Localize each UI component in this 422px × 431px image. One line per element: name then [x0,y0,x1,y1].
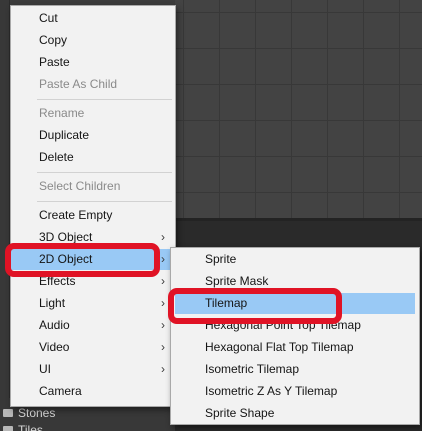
folder-label: Tiles [18,423,43,431]
menu-separator [37,201,172,202]
menu-item-label: Delete [39,150,74,164]
folder-label: Stones [18,406,56,420]
menu-item-video[interactable]: Video › [11,337,175,358]
folder-icon [3,409,13,417]
menu-item-label: 2D Object [39,252,93,266]
menu-item-delete[interactable]: Delete [11,147,175,168]
menu-item-light[interactable]: Light › [11,293,175,314]
menu-item-sprite[interactable]: Sprite [171,249,419,270]
menu-item-label: Sprite [205,252,237,266]
menu-item-paste[interactable]: Paste [11,52,175,73]
menu-item-label: Hexagonal Flat Top Tilemap [205,340,354,354]
chevron-right-icon: › [161,362,165,376]
menu-item-rename: Rename [11,103,175,124]
scene-view-grid [175,0,422,218]
menu-item-create-empty[interactable]: Create Empty [11,205,175,226]
menu-item-audio[interactable]: Audio › [11,315,175,336]
folder-icon [3,426,13,431]
menu-item-label: Sprite Shape [205,406,275,420]
menu-item-camera[interactable]: Camera [11,381,175,402]
menu-item-label: Light [39,296,66,310]
menu-item-label: Sprite Mask [205,274,269,288]
chevron-right-icon: › [161,274,165,288]
chevron-right-icon: › [161,252,165,266]
chevron-right-icon: › [161,340,165,354]
menu-item-label: Effects [39,274,76,288]
menu-item-label: Select Children [39,179,121,193]
menu-item-label: 3D Object [39,230,93,244]
menu-item-copy[interactable]: Copy [11,30,175,51]
context-menu: Cut Copy Paste Paste As Child Rename Dup… [10,5,176,407]
menu-item-paste-as-child: Paste As Child [11,74,175,95]
menu-item-label: Copy [39,33,68,47]
menu-item-3d-object[interactable]: 3D Object › [11,227,175,248]
menu-item-ui[interactable]: UI › [11,359,175,380]
menu-item-label: Paste [39,55,70,69]
menu-item-2d-object[interactable]: 2D Object › [11,249,175,270]
menu-item-label: Tilemap [205,296,248,310]
folder-item-tiles[interactable]: Tiles [0,422,43,431]
menu-item-sprite-mask[interactable]: Sprite Mask [171,271,419,292]
chevron-right-icon: › [161,318,165,332]
submenu-2d-object: Sprite Sprite Mask Tilemap Hexagonal Poi… [170,247,420,425]
chevron-right-icon: › [161,230,165,244]
menu-separator [37,172,172,173]
hierarchy-panel-edge [0,0,10,431]
menu-item-label: Hexagonal Point Top Tilemap [205,318,361,332]
menu-item-isometric-tilemap[interactable]: Isometric Tilemap [171,359,419,380]
menu-separator [37,99,172,100]
menu-item-label: Video [39,340,70,354]
menu-item-isometric-z-as-y-tilemap[interactable]: Isometric Z As Y Tilemap [171,381,419,402]
menu-item-label: Cut [39,11,58,25]
menu-item-hexagonal-flat-top-tilemap[interactable]: Hexagonal Flat Top Tilemap [171,337,419,358]
menu-item-tilemap[interactable]: Tilemap [175,293,415,314]
menu-item-label: Camera [39,384,82,398]
menu-item-select-children: Select Children [11,176,175,197]
menu-item-sprite-shape[interactable]: Sprite Shape [171,403,419,424]
chevron-right-icon: › [161,296,165,310]
menu-item-effects[interactable]: Effects › [11,271,175,292]
menu-item-label: Rename [39,106,85,120]
menu-item-hexagonal-point-top-tilemap[interactable]: Hexagonal Point Top Tilemap [171,315,419,336]
menu-item-label: Paste As Child [39,77,118,91]
menu-item-label: Duplicate [39,128,90,142]
menu-item-cut[interactable]: Cut [11,8,175,29]
menu-item-duplicate[interactable]: Duplicate [11,125,175,146]
folder-item-stones[interactable]: Stones [0,405,55,421]
menu-item-label: Audio [39,318,70,332]
menu-item-label: Isometric Tilemap [205,362,300,376]
menu-item-label: Create Empty [39,208,113,222]
menu-item-label: UI [39,362,51,376]
menu-item-label: Isometric Z As Y Tilemap [205,384,338,398]
